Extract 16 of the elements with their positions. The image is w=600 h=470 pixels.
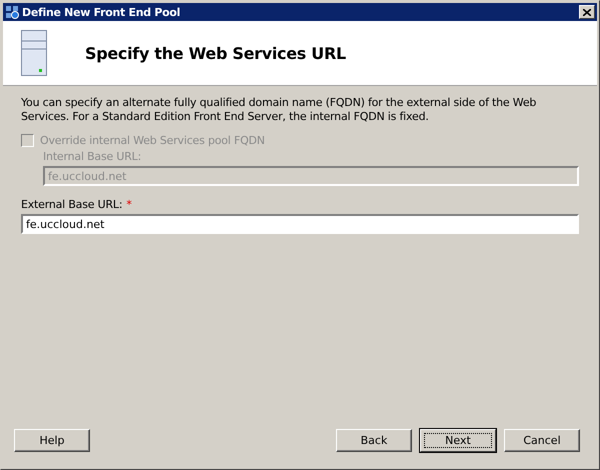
external-url-field[interactable]: fe.uccloud.net xyxy=(21,214,579,234)
override-label: Override internal Web Services pool FQDN xyxy=(40,134,265,147)
close-button[interactable] xyxy=(579,5,595,19)
wizard-button[interactable]: Cancel xyxy=(504,429,580,452)
close-icon xyxy=(583,8,591,16)
description-text: You can specify an alternate fully qualified domain name (FQDN) for the external side of the Web Services. For a Standard Edition Front End Server, the internal FQDN is fixed. xyxy=(21,96,538,124)
server-icon xyxy=(21,30,47,76)
page-title: Specify the Web Services URL xyxy=(85,44,346,62)
wizard-button[interactable]: Help xyxy=(14,429,90,452)
app-icon xyxy=(5,5,19,19)
external-url-label: External Base URL: xyxy=(21,198,122,211)
wizard-button[interactable]: Back xyxy=(336,429,412,452)
internal-url-label: Internal Base URL: xyxy=(43,150,142,163)
window-title: Define New Front End Pool xyxy=(22,6,182,18)
required-mark: * xyxy=(126,198,132,211)
wizard-button[interactable]: Next xyxy=(420,429,496,452)
